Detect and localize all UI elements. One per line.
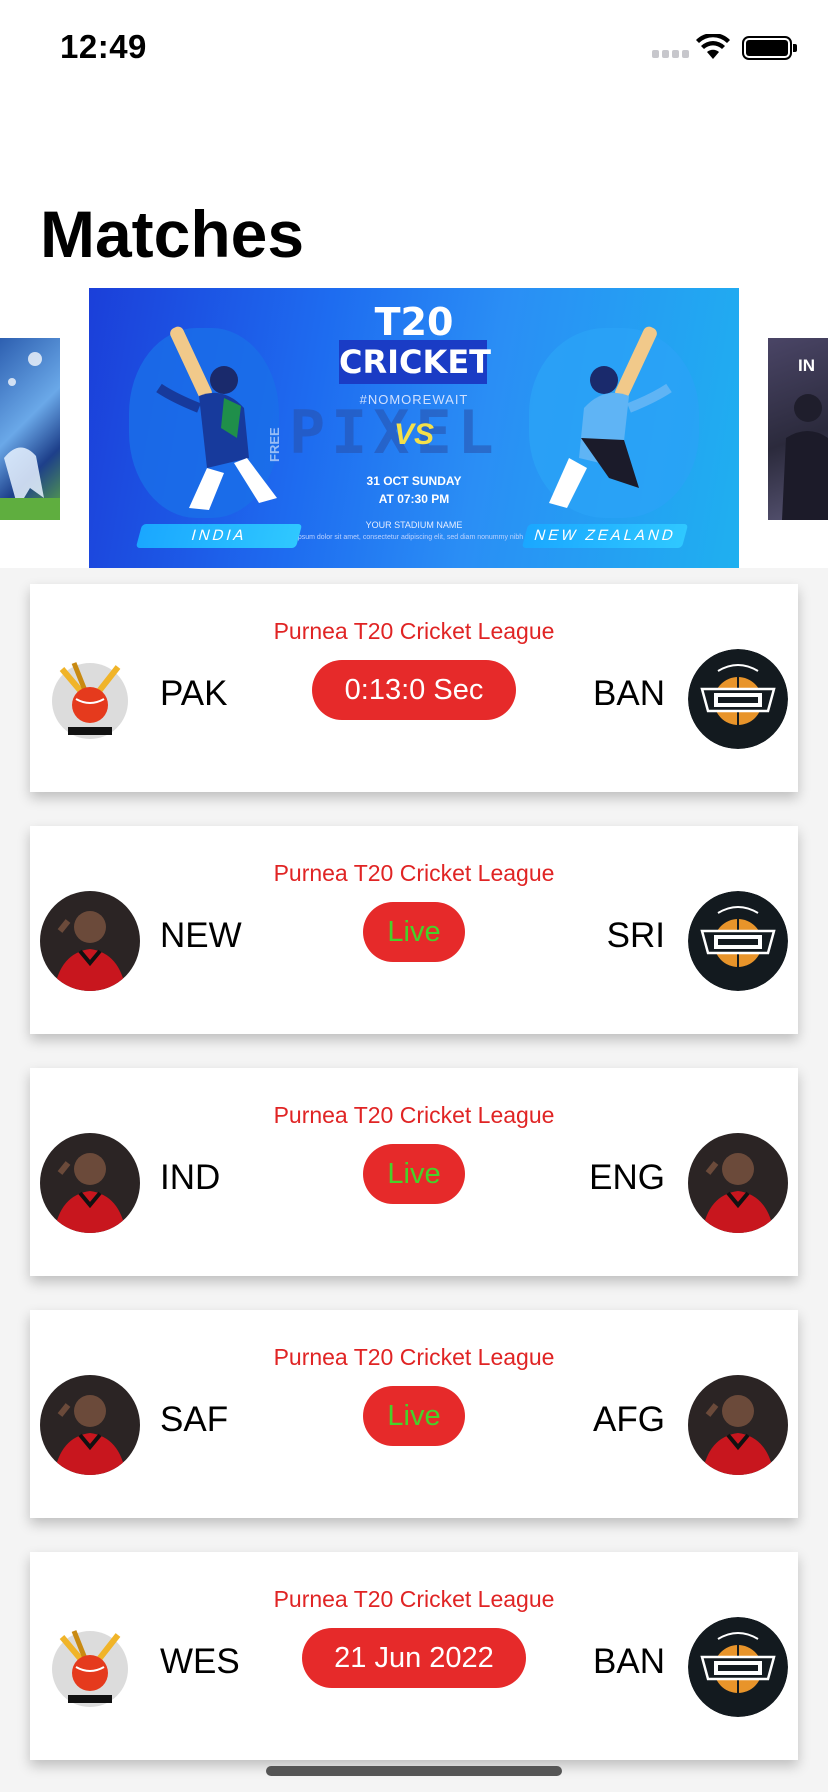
fantasy-basketball-logo-right-icon (688, 649, 788, 749)
match-date-badge[interactable]: 21 Jun 2022 (302, 1628, 526, 1688)
banner-date-line1: 31 OCT SUNDAY (366, 474, 462, 488)
match-card[interactable]: Purnea T20 Cricket League IND Live ENG (30, 1068, 798, 1276)
team-right-name: SRI (606, 916, 665, 955)
banner-team-left: INDIA (135, 524, 303, 548)
banner-team-right: NEW ZEALAND (521, 524, 689, 548)
league-name: Purnea T20 Cricket League (273, 1344, 555, 1370)
home-indicator[interactable] (266, 1766, 562, 1776)
player-photo-right-icon (688, 1375, 788, 1475)
carousel-slide-next[interactable]: IN (768, 338, 828, 520)
team-left-name: WES (160, 1642, 240, 1681)
battery-icon (742, 36, 797, 60)
cellular-signal-icon (652, 46, 692, 58)
team-right-name: ENG (589, 1158, 665, 1197)
status-bar: 12:49 (0, 0, 828, 100)
live-status-badge[interactable]: Live (363, 1144, 465, 1204)
page-title: Matches (40, 197, 305, 271)
match-card[interactable]: Purnea T20 Cricket League PAK 0:13:0 Sec BA… (30, 584, 798, 792)
banner-date: 31 OCT SUNDAY AT 07:30 PM (89, 472, 739, 508)
status-time: 12:49 (60, 28, 147, 65)
player-photo-right-icon (688, 1133, 788, 1233)
live-status-badge[interactable]: Live (363, 902, 465, 962)
team-left-name: NEW (160, 916, 242, 955)
countdown-timer-badge[interactable]: 0:13:0 Sec (312, 660, 516, 720)
banner-date-line2: AT 07:30 PM (378, 492, 450, 506)
league-name: Purnea T20 Cricket League (273, 1102, 555, 1128)
team-right-name: BAN (593, 674, 665, 713)
player-photo-left-icon (40, 1133, 140, 1233)
fantasy-basketball-logo-right-icon (688, 1617, 788, 1717)
cricket-logo-left-icon (40, 1617, 140, 1717)
league-name: Purnea T20 Cricket League (273, 1586, 555, 1612)
carousel-slide-previous[interactable] (0, 338, 60, 520)
live-status-badge[interactable]: Live (363, 1386, 465, 1446)
t20-cricket-banner[interactable]: T20 CRICKET #NOMOREWAIT FREE PIXEL VS 31… (89, 288, 739, 568)
player-photo-left-icon (40, 891, 140, 991)
matches-list[interactable]: Purnea T20 Cricket League PAK 0:13:0 Sec BA… (0, 568, 828, 1792)
banner-headline: T20 (374, 300, 454, 344)
team-right-name: AFG (593, 1400, 665, 1439)
match-card[interactable]: Purnea T20 Cricket League NEW Live SRI (30, 826, 798, 1034)
banner-carousel[interactable]: T20 CRICKET #NOMOREWAIT FREE PIXEL VS 31… (0, 288, 828, 568)
match-card[interactable]: Purnea T20 Cricket League SAF Live AFG (30, 1310, 798, 1518)
fantasy-basketball-logo-right-icon (688, 891, 788, 991)
match-card[interactable]: Purnea T20 Cricket League WES 21 Jun 2022 B… (30, 1552, 798, 1760)
player-photo-left-icon (40, 1375, 140, 1475)
team-left-name: PAK (160, 674, 228, 713)
wifi-icon (696, 34, 730, 59)
team-left-name: SAF (160, 1400, 229, 1439)
league-name: Purnea T20 Cricket League (273, 618, 555, 644)
banner-subheadline: CRICKET (339, 340, 491, 384)
player-silhouette-icon (782, 394, 828, 520)
cricket-logo-left-icon (40, 649, 140, 749)
player-silhouette-icon (0, 447, 60, 520)
team-right-name: BAN (593, 1642, 665, 1681)
team-left-name: IND (160, 1158, 221, 1197)
league-name: Purnea T20 Cricket League (273, 860, 555, 886)
banner-vs: VS (393, 418, 435, 451)
